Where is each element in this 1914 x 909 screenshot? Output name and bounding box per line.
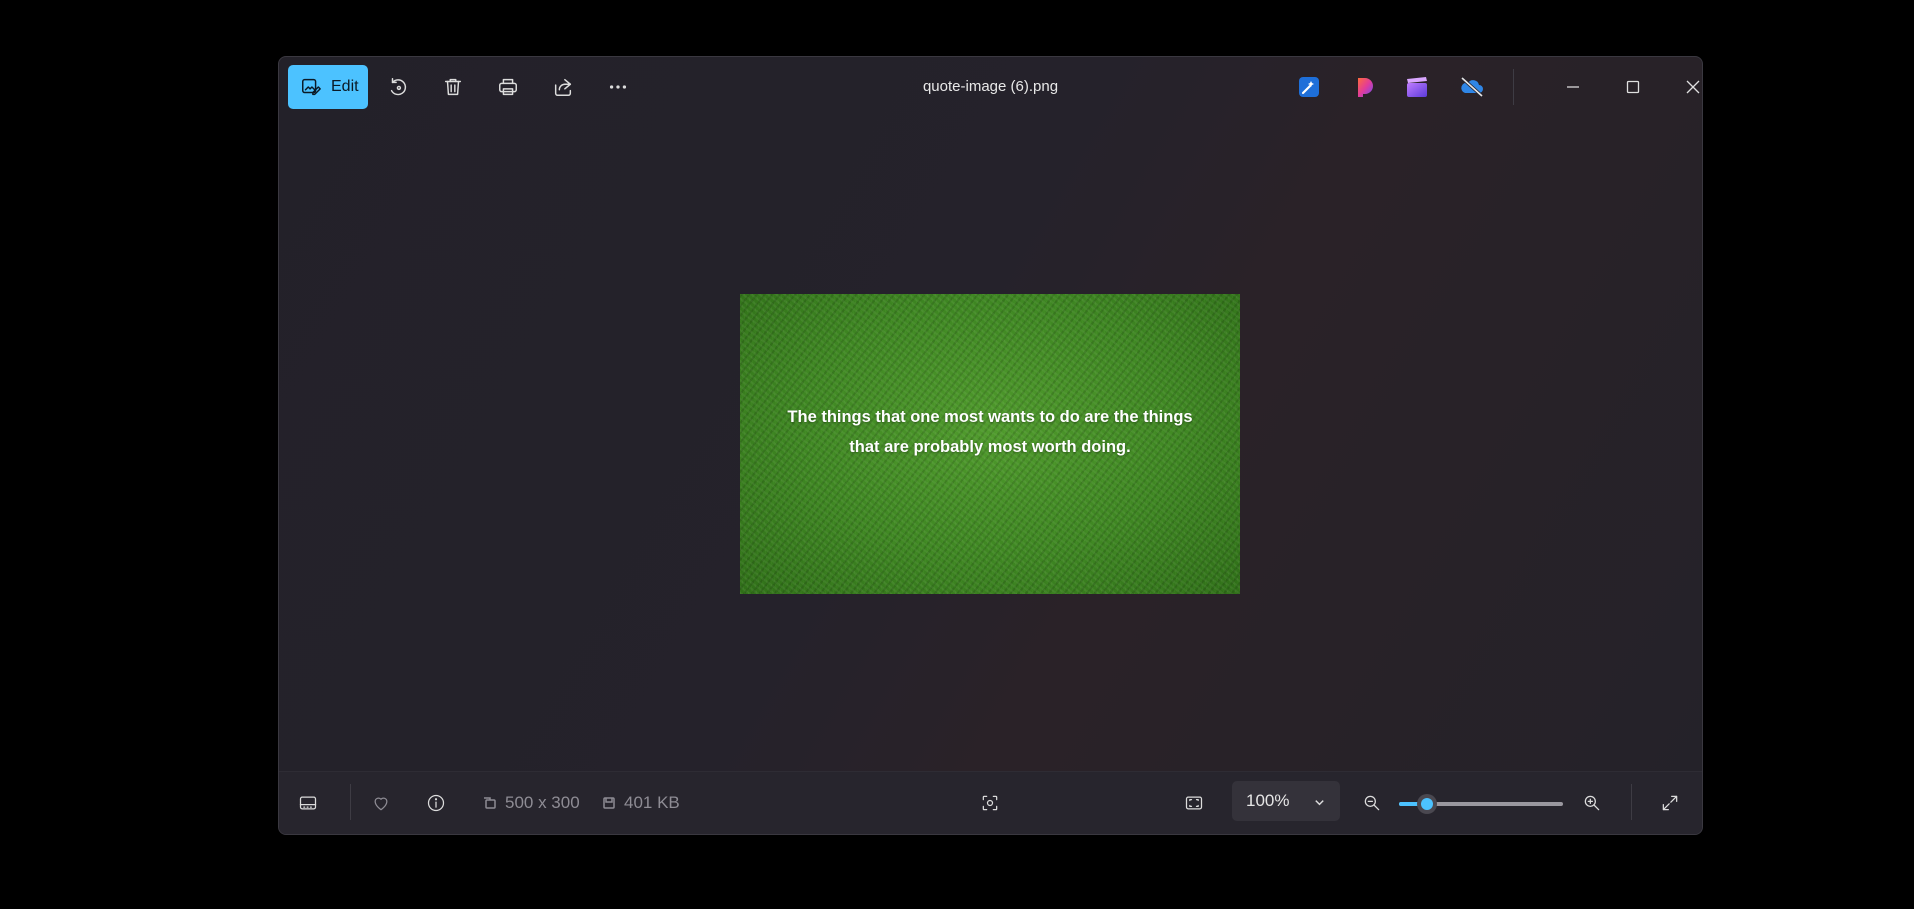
favorite-button[interactable] (364, 786, 398, 820)
bottombar-divider-right (1631, 784, 1632, 820)
window-title: quote-image (6).png (922, 78, 1059, 95)
info-icon (427, 794, 445, 812)
designer-icon (1299, 77, 1319, 97)
heart-icon (374, 797, 388, 811)
file-size-text: 401 KB (624, 793, 680, 812)
filmstrip-button[interactable] (291, 786, 325, 820)
visual-search-icon (982, 795, 998, 811)
close-button[interactable] (1670, 67, 1702, 107)
photos-app-window: Edit quote-image (6).png The things that… (278, 56, 1703, 835)
video-editor-button[interactable] (1404, 74, 1430, 100)
filmstrip-icon (299, 796, 317, 810)
zoom-dropdown[interactable]: 100% (1232, 781, 1340, 821)
close-icon (1686, 80, 1700, 94)
titlebar-divider (1513, 69, 1514, 105)
dimensions-text: 500 x 300 (505, 793, 580, 812)
zoom-slider-thumb[interactable] (1416, 794, 1437, 814)
bottom-toolbar: 500 x 300 401 KB 100% (279, 771, 1702, 834)
designer-button[interactable] (1296, 74, 1322, 100)
fit-to-window-button[interactable] (1177, 786, 1211, 820)
bottombar-divider (350, 784, 351, 820)
fullscreen-button[interactable] (1653, 786, 1687, 820)
title-bar: Edit quote-image (6).png (279, 57, 1702, 117)
zoom-in-icon (1584, 795, 1600, 811)
maximize-icon (1626, 80, 1640, 94)
clipchamp-icon (1358, 78, 1373, 97)
expand-icon (1662, 795, 1678, 811)
zoom-value: 100% (1246, 791, 1290, 810)
minimize-button[interactable] (1550, 67, 1596, 107)
onedrive-button[interactable] (1459, 74, 1485, 100)
onedrive-offline-icon (1460, 76, 1484, 98)
quote-text: The things that one most wants to do are… (787, 407, 1193, 456)
image-dimensions: 500 x 300 (483, 793, 580, 813)
clipchamp-button[interactable] (1351, 74, 1377, 100)
file-size: 401 KB (602, 793, 680, 813)
visual-search-button[interactable] (973, 786, 1007, 820)
video-editor-icon (1407, 77, 1427, 97)
chevron-down-icon (1313, 794, 1326, 814)
maximize-button[interactable] (1610, 67, 1656, 107)
zoom-out-icon (1364, 795, 1380, 811)
zoom-out-button[interactable] (1355, 786, 1389, 820)
file-info-button[interactable] (419, 786, 453, 820)
displayed-photo[interactable]: The things that one most wants to do are… (740, 294, 1240, 594)
zoom-in-button[interactable] (1575, 786, 1609, 820)
dimensions-icon (484, 797, 496, 809)
zoom-slider[interactable] (1399, 794, 1563, 814)
disk-icon (603, 797, 615, 809)
fit-to-window-icon (1185, 796, 1203, 810)
minimize-icon (1567, 86, 1579, 88)
